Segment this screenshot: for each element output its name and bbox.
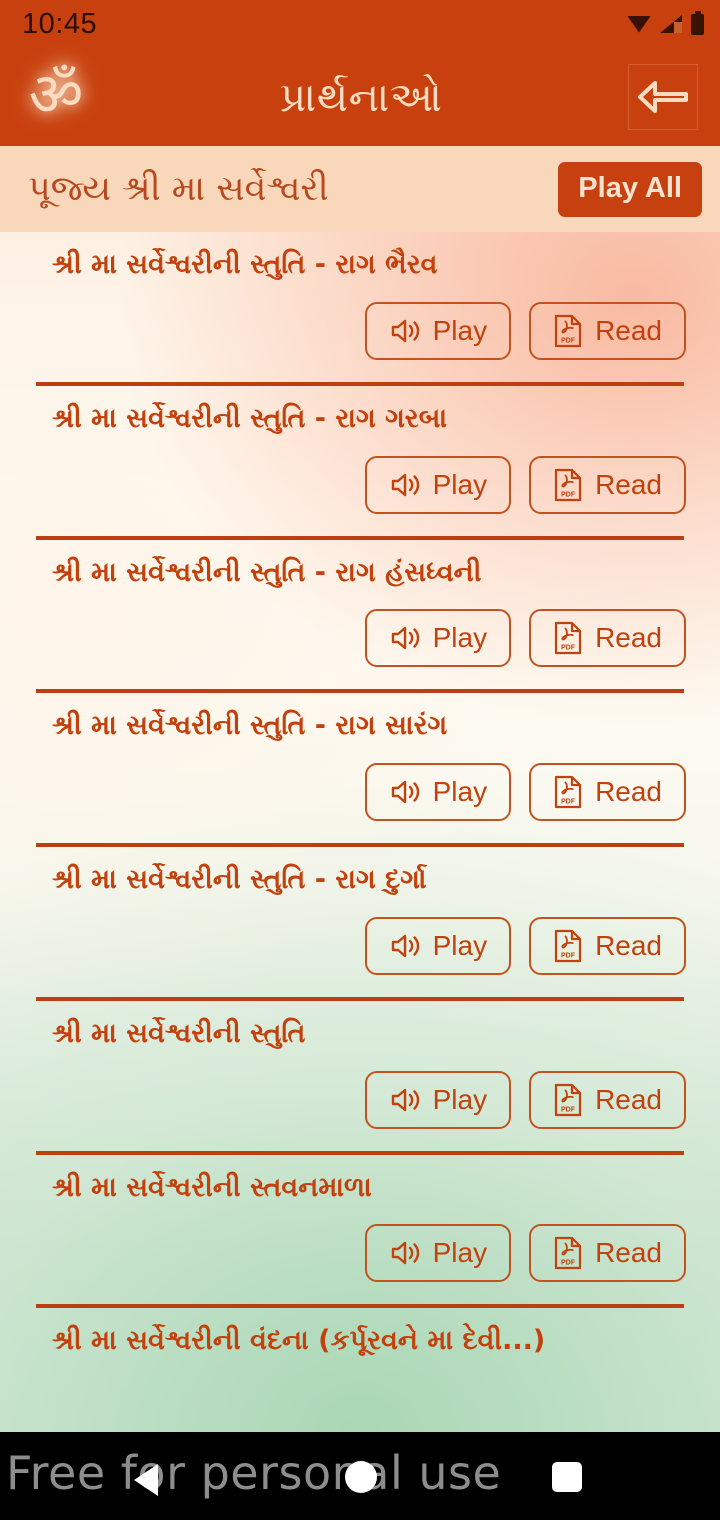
read-button[interactable]: PDF Read bbox=[529, 609, 686, 668]
play-button-label: Play bbox=[432, 622, 488, 654]
read-button[interactable]: PDF Read bbox=[529, 763, 686, 821]
prayer-title: શ્રી મા સર્વેશ્વરીની સ્તુતિ - રાગ દુર્ગા bbox=[52, 864, 427, 895]
prayer-row[interactable]: શ્રી મા સર્વેશ્વરીની વંદના (કર્પૂરવને મા… bbox=[0, 1308, 720, 1368]
pdf-file-icon: PDF bbox=[554, 1083, 582, 1116]
speaker-icon bbox=[391, 780, 419, 804]
svg-text:PDF: PDF bbox=[561, 1106, 576, 1113]
read-button-label: Read bbox=[595, 1237, 662, 1269]
read-button[interactable]: PDF Read bbox=[529, 455, 686, 514]
play-button-label: Play bbox=[432, 314, 488, 346]
page-title: પ્રાર્થનાઓ bbox=[279, 72, 443, 121]
wifi-icon bbox=[627, 15, 651, 33]
prayer-title: શ્રી મા સર્વેશ્વરીની સ્તુતિ - રાગ ભૈરવ bbox=[52, 249, 438, 280]
battery-icon bbox=[691, 10, 704, 35]
cellular-signal-icon bbox=[660, 15, 682, 33]
play-button-label: Play bbox=[432, 1237, 488, 1269]
app-root: 10:45 ॐ પ્રાર્થનાઓ પૂજ્ય શ્રી મા સર્વેશ્… bbox=[0, 0, 720, 1520]
read-button[interactable]: PDF Read bbox=[529, 1224, 686, 1283]
svg-text:PDF: PDF bbox=[561, 799, 576, 806]
speaker-icon bbox=[391, 627, 419, 650]
read-button-label: Read bbox=[595, 314, 662, 346]
prayer-title: શ્રી મા સર્વેશ્વરીની સ્તુતિ - રાગ હંસધ્વ… bbox=[52, 556, 482, 588]
pdf-file-icon: PDF bbox=[554, 775, 582, 809]
read-button[interactable]: PDF Read bbox=[529, 1070, 686, 1129]
om-icon: ॐ bbox=[28, 60, 84, 130]
nav-recents-square-icon[interactable] bbox=[552, 1462, 582, 1492]
pdf-file-icon: PDF bbox=[554, 622, 582, 655]
svg-text:PDF: PDF bbox=[561, 337, 576, 344]
nav-home-circle-icon[interactable] bbox=[345, 1461, 377, 1493]
read-button-label: Read bbox=[595, 776, 662, 807]
svg-text:PDF: PDF bbox=[561, 952, 576, 959]
prayer-title: શ્રી મા સર્વેશ્વરીની સ્તવનમાળા bbox=[52, 1171, 372, 1203]
play-button[interactable]: Play bbox=[364, 916, 512, 975]
play-button[interactable]: Play bbox=[364, 1070, 512, 1129]
content-scroll-area[interactable]: પૂજ્ય શ્રી મા સર્વેશ્વરી Play All શ્રી મ… bbox=[0, 146, 720, 1432]
section-header: પૂજ્ય શ્રી મા સર્વેશ્વરી Play All bbox=[0, 146, 720, 232]
prayer-row[interactable]: શ્રી મા સર્વેશ્વરીની સ્તુતિ - રાગ હંસધ્વ… bbox=[0, 540, 720, 690]
play-button[interactable]: Play bbox=[364, 455, 512, 514]
row-actions: Play PDF Read bbox=[34, 589, 686, 689]
pdf-file-icon: PDF bbox=[554, 929, 582, 962]
watermark-text: Free for personal use bbox=[6, 1446, 502, 1500]
back-arrow-icon bbox=[638, 81, 688, 113]
back-button[interactable] bbox=[628, 64, 698, 130]
read-button-label: Read bbox=[595, 468, 662, 500]
speaker-icon bbox=[391, 934, 419, 957]
prayer-title: શ્રી મા સર્વેશ્વરીની વંદના (કર્પૂરવને મા… bbox=[52, 1325, 546, 1357]
prayer-list: શ્રી મા સર્વેશ્વરીની સ્તુતિ - રાગ ભૈરવ Pl… bbox=[0, 232, 720, 1368]
status-bar: 10:45 bbox=[0, 0, 720, 48]
row-actions: Play PDF Read bbox=[34, 282, 686, 382]
nav-back-triangle-icon[interactable] bbox=[134, 1464, 158, 1496]
play-button-label: Play bbox=[432, 468, 488, 500]
play-all-button[interactable]: Play All bbox=[558, 161, 702, 217]
speaker-icon bbox=[391, 473, 419, 496]
play-button-label: Play bbox=[432, 1083, 488, 1115]
prayer-row[interactable]: શ્રી મા સર્વેશ્વરીની સ્તુતિ - રાગ ગરબા Pl… bbox=[0, 386, 720, 536]
read-button[interactable]: PDF Read bbox=[529, 301, 686, 360]
read-button[interactable]: PDF Read bbox=[529, 916, 686, 975]
row-actions: Play PDF Read bbox=[34, 743, 686, 843]
play-button-label: Play bbox=[432, 776, 488, 807]
speaker-icon bbox=[391, 1088, 419, 1111]
svg-text:PDF: PDF bbox=[561, 1260, 576, 1267]
row-actions: Play PDF Read bbox=[34, 1204, 686, 1304]
play-button[interactable]: Play bbox=[364, 301, 512, 360]
pdf-file-icon: PDF bbox=[554, 314, 582, 347]
play-button[interactable]: Play bbox=[364, 1224, 512, 1283]
status-clock: 10:45 bbox=[22, 7, 98, 40]
row-actions: Play PDF Read bbox=[34, 897, 686, 997]
prayer-title: શ્રી મા સર્વેશ્વરીની સ્તુતિ - રાગ સારંગ bbox=[52, 710, 448, 742]
svg-text:PDF: PDF bbox=[561, 491, 576, 498]
speaker-icon bbox=[391, 1242, 419, 1265]
section-title: પૂજ્ય શ્રી મા સર્વેશ્વરી bbox=[28, 169, 329, 209]
prayer-title: શ્રી મા સર્વેશ્વરીની સ્તુતિ bbox=[52, 1017, 306, 1049]
prayer-title: શ્રી મા સર્વેશ્વરીની સ્તુતિ - રાગ ગરબા bbox=[52, 402, 448, 434]
play-button-label: Play bbox=[432, 929, 488, 961]
status-icon-group bbox=[627, 10, 704, 35]
play-button[interactable]: Play bbox=[364, 609, 512, 668]
pdf-file-icon: PDF bbox=[554, 1237, 582, 1270]
prayer-row[interactable]: શ્રી મા સર્વેશ્વરીની સ્તુતિ - રાગ ભૈરવ Pl… bbox=[0, 232, 720, 382]
read-button-label: Read bbox=[595, 929, 662, 961]
speaker-icon bbox=[391, 319, 419, 342]
read-button-label: Read bbox=[595, 622, 662, 654]
prayer-row[interactable]: શ્રી મા સર્વેશ્વરીની સ્તવનમાળા Play PDF Rea… bbox=[0, 1155, 720, 1305]
row-actions: Play PDF Read bbox=[34, 436, 686, 536]
pdf-file-icon: PDF bbox=[554, 468, 582, 501]
read-button-label: Read bbox=[595, 1083, 662, 1115]
app-bar: ॐ પ્રાર્થનાઓ bbox=[0, 48, 720, 146]
row-actions: Play PDF Read bbox=[34, 1051, 686, 1151]
svg-text:PDF: PDF bbox=[561, 645, 576, 652]
system-navigation-bar: Free for personal use bbox=[0, 1432, 720, 1520]
prayer-row[interactable]: શ્રી મા સર્વેશ્વરીની સ્તુતિ - રાગ દુર્ગા… bbox=[0, 847, 720, 997]
prayer-row[interactable]: શ્રી મા સર્વેશ્વરીની સ્તુતિ - રાગ સારંગ P… bbox=[0, 693, 720, 843]
prayer-row[interactable]: શ્રી મા સર્વેશ્વરીની સ્તુતિ Play PDF Read bbox=[0, 1001, 720, 1151]
play-button[interactable]: Play bbox=[364, 763, 512, 821]
